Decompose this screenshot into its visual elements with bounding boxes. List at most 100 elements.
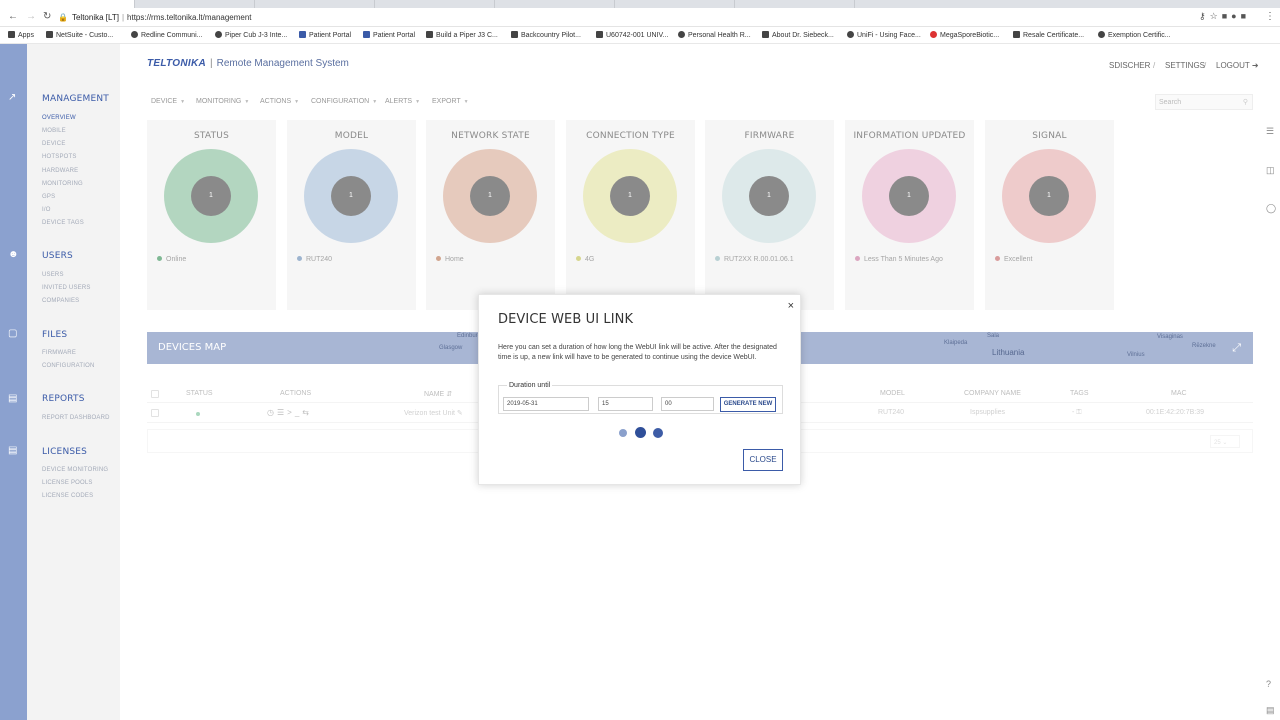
browser-tab[interactable] <box>735 0 855 8</box>
minute-input[interactable]: 00 <box>661 397 714 411</box>
bookmark[interactable]: Piper Cub J-3 Inte... <box>215 31 287 39</box>
close-button[interactable]: CLOSE <box>743 449 783 471</box>
row-checkbox[interactable] <box>151 409 159 417</box>
menu-export[interactable]: EXPORT ▼ <box>432 98 469 105</box>
help-icon[interactable]: ? <box>1266 679 1271 689</box>
card-legend[interactable]: Excellent <box>995 256 1032 263</box>
generate-new-button[interactable]: GENERATE NEW <box>720 397 776 412</box>
sidebar-item-companies[interactable]: COMPANIES <box>42 298 79 304</box>
card-legend[interactable]: RUT240 <box>297 256 332 263</box>
bookmark[interactable]: Personal Health R... <box>678 31 751 39</box>
browser-tab[interactable] <box>615 0 735 8</box>
sidebar-item-license-pools[interactable]: LICENSE POOLS <box>42 480 93 486</box>
forward-icon[interactable]: → <box>26 11 36 22</box>
device-name-link[interactable]: Verizon test Unit ✎ <box>404 409 463 417</box>
browser-tab[interactable] <box>255 0 375 8</box>
menu-monitoring[interactable]: MONITORING ▼ <box>196 98 249 105</box>
search-input[interactable]: Search ⚲ <box>1155 94 1253 110</box>
filter-settings-icon[interactable]: ☰ <box>1266 126 1274 137</box>
sidebar-section-licenses[interactable]: LICENSES <box>42 447 87 457</box>
bookmark[interactable]: UniFi - Using Face... <box>847 31 921 39</box>
column-name[interactable]: NAME ⇵ <box>424 390 452 398</box>
overview-card[interactable]: NETWORK STATE 1 Home <box>426 120 555 310</box>
sidebar-item-license-codes[interactable]: LICENSE CODES <box>42 493 93 499</box>
column-tags[interactable]: TAGS <box>1070 390 1089 397</box>
reports-icon[interactable]: ▤ <box>8 393 17 404</box>
sidebar-section-reports[interactable]: REPORTS <box>42 394 85 404</box>
bookmark-apps[interactable]: Apps <box>8 31 34 39</box>
sidebar-item-hardware[interactable]: HARDWARE <box>42 168 78 174</box>
overview-card[interactable]: FIRMWARE 1 RUT2XX R.00.01.06.1 <box>705 120 834 310</box>
url-field[interactable]: 🔒 Teltonika [LT] | https://rms.teltonika.lt… <box>58 11 1158 24</box>
teltonika-logo[interactable]: TELTONIKA | Remote Management System <box>147 58 349 69</box>
menu-actions[interactable]: ACTIONS ▼ <box>260 98 299 105</box>
sidebar-item-hotspots[interactable]: HOTSPOTS <box>42 154 77 160</box>
sidebar-item-overview[interactable]: OVERVIEW <box>42 115 76 121</box>
sidebar-item-device[interactable]: DEVICE <box>42 141 66 147</box>
bookmark[interactable]: MegaSporeBiotic... <box>930 31 999 39</box>
browser-menu-icon[interactable]: ⋮ <box>1265 11 1275 22</box>
bookmark[interactable]: NetSuite - Custo... <box>46 31 113 39</box>
column-mac[interactable]: MAC <box>1171 390 1187 397</box>
sidebar-item-invited-users[interactable]: INVITED USERS <box>42 285 91 291</box>
sidebar-item-report-dashboard[interactable]: REPORT DASHBOARD <box>42 415 110 421</box>
column-company-name[interactable]: COMPANY NAME <box>964 390 1021 397</box>
sidebar-section-users[interactable]: USERS <box>42 251 73 261</box>
device-tags[interactable]: - ⚿ <box>1072 409 1082 417</box>
browser-tab-active[interactable] <box>0 0 135 8</box>
sidebar-item-mobile[interactable]: MOBILE <box>42 128 66 134</box>
bookmark[interactable]: Patient Portal <box>363 31 415 39</box>
bookmark[interactable]: U60742-001 UNIV... <box>596 31 668 39</box>
page-size-select[interactable]: 25 ⌄ <box>1210 435 1240 448</box>
sidebar-section-management[interactable]: MANAGEMENT <box>42 94 109 104</box>
licenses-icon[interactable]: ▤ <box>8 445 17 456</box>
hour-input[interactable]: 15 <box>598 397 653 411</box>
browser-tab[interactable] <box>495 0 615 8</box>
sidebar-item-device-monitoring[interactable]: DEVICE MONITORING <box>42 467 108 473</box>
card-legend[interactable]: Less Than 5 Minutes Ago <box>855 256 943 263</box>
sidebar-item-firmware[interactable]: FIRMWARE <box>42 350 76 356</box>
bookmark[interactable]: Exemption Certific... <box>1098 31 1171 39</box>
back-icon[interactable]: ← <box>8 11 18 22</box>
card-legend[interactable]: 4G <box>576 256 594 263</box>
sidebar-item-io[interactable]: I/O <box>42 207 51 213</box>
bookmark[interactable]: About Dr. Siebeck... <box>762 31 834 39</box>
bookmark[interactable]: Redline Communi... <box>131 31 202 39</box>
management-icon[interactable]: ↗ <box>8 92 16 103</box>
reload-icon[interactable]: ↻ <box>43 11 51 22</box>
expand-map-icon[interactable]: ⤢ <box>1232 342 1241 355</box>
bookmark[interactable]: Backcountry Pilot... <box>511 31 581 39</box>
card-legend[interactable]: RUT2XX R.00.01.06.1 <box>715 256 794 263</box>
sidebar-item-configuration[interactable]: CONFIGURATION <box>42 363 95 369</box>
overview-card[interactable]: INFORMATION UPDATED 1 Less Than 5 Minutes … <box>845 120 974 310</box>
overview-card[interactable]: CONNECTION TYPE 1 4G <box>566 120 695 310</box>
bookmark[interactable]: Patient Portal <box>299 31 351 39</box>
row-actions[interactable]: ◷☰>_⇆ <box>267 408 312 417</box>
card-legend[interactable]: Home <box>436 256 464 263</box>
menu-alerts[interactable]: ALERTS ▼ <box>385 98 420 105</box>
sidebar-item-monitoring[interactable]: MONITORING <box>42 181 83 187</box>
settings-link[interactable]: SETTINGS <box>1165 61 1205 70</box>
book-icon[interactable]: ▤ <box>1266 705 1275 716</box>
user-menu[interactable]: SDISCHER <box>1109 61 1150 70</box>
sidebar-item-device-tags[interactable]: DEVICE TAGS <box>42 220 84 226</box>
sidebar-item-gps[interactable]: GPS <box>42 194 55 200</box>
close-icon[interactable]: × <box>788 300 794 312</box>
column-status[interactable]: STATUS <box>186 390 213 397</box>
files-icon[interactable]: ▢ <box>8 328 17 339</box>
menu-device[interactable]: DEVICE ▼ <box>151 98 185 105</box>
bookmark[interactable]: Resale Certificate... <box>1013 31 1084 39</box>
columns-icon[interactable]: ◫ <box>1266 165 1275 176</box>
logout-link[interactable]: LOGOUT ➜ <box>1216 61 1259 70</box>
menu-configuration[interactable]: CONFIGURATION ▼ <box>311 98 377 105</box>
browser-extension-icons[interactable]: ⚷☆■●■ <box>1199 11 1250 22</box>
bookmark[interactable]: Build a Piper J3 C... <box>426 31 498 39</box>
browser-tab[interactable] <box>375 0 495 8</box>
refresh-icon[interactable]: ◯ <box>1266 203 1276 214</box>
overview-card[interactable]: STATUS 1 Online <box>147 120 276 310</box>
date-input[interactable]: 2019-05-31 <box>503 397 589 411</box>
select-all-checkbox[interactable] <box>151 390 159 398</box>
users-icon[interactable]: ☻ <box>8 249 19 260</box>
sidebar-item-users[interactable]: USERS <box>42 272 64 278</box>
browser-tab[interactable] <box>135 0 255 8</box>
